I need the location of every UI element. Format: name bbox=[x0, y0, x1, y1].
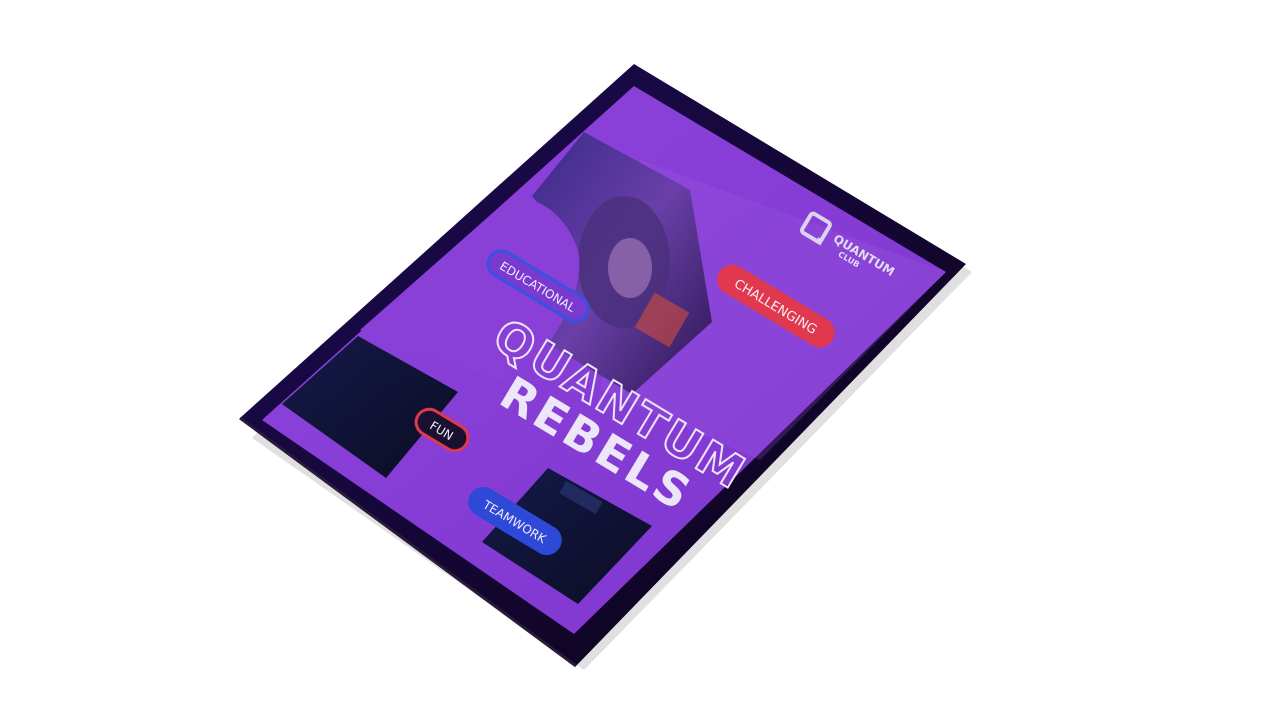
poster-mockup: QUANTUM CLUB EDUCATIONAL CHALLENGING FUN… bbox=[239, 64, 972, 670]
mockup-stage: QUANTUM CLUB EDUCATIONAL CHALLENGING FUN… bbox=[0, 0, 1280, 701]
hero-photo-skin bbox=[608, 238, 652, 298]
